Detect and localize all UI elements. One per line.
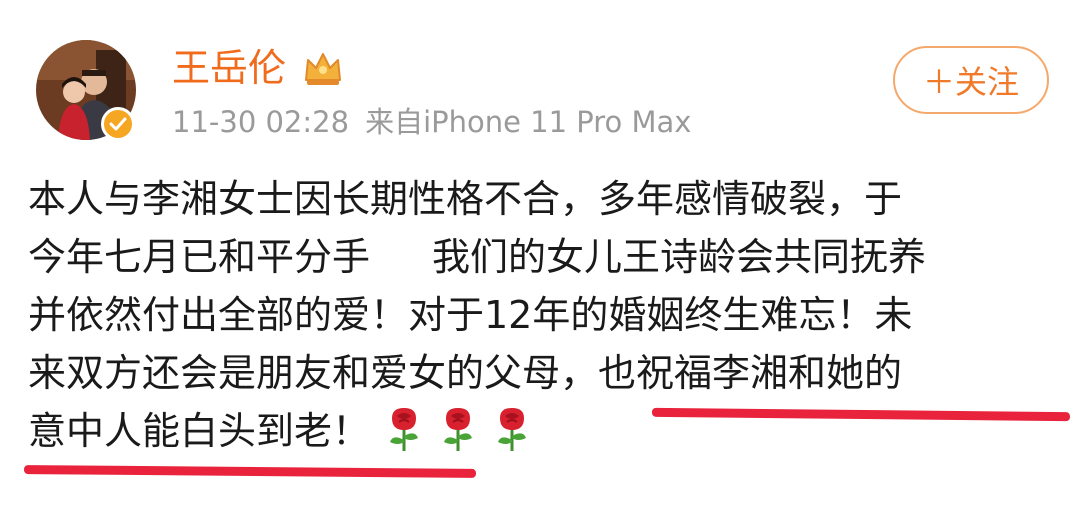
post-text-segment: 今年七月已和平分手 (28, 235, 371, 279)
user-name[interactable]: 王岳伦 (172, 44, 286, 92)
post-time: 11-30 02:28 (172, 105, 350, 139)
post-text-line: 今年七月已和平分手 我们的女儿王诗龄会共同抚养 (28, 228, 1058, 286)
crown-icon (302, 50, 344, 88)
post-text-line: 来双方还会是朋友和爱女的父母，也祝福李湘和她的 (28, 351, 903, 395)
post-text-segment: 意中人能白头到老！ (28, 409, 371, 453)
post-text-segment: 我们的女儿王诗龄会共同抚养 (432, 235, 927, 279)
rose-icon (384, 406, 424, 452)
post-source: 来自iPhone 11 Pro Max (365, 105, 692, 139)
verified-check-icon (101, 107, 135, 141)
weibo-post: 王岳伦 11-30 02:28 来自iPhone 11 Pro Max ＋关注 本… (0, 0, 1080, 516)
post-text-line: 并依然付出全部的爱！对于12年的婚姻终生难忘！未 (28, 293, 913, 337)
follow-button[interactable]: ＋关注 (893, 46, 1049, 114)
post-text-line: 本人与李湘女士因长期性格不合，多年感情破裂，于 (28, 177, 903, 221)
rose-icon (492, 406, 532, 452)
rose-icon (438, 406, 478, 452)
highlight-underline (23, 465, 477, 478)
post-meta: 11-30 02:28 来自iPhone 11 Pro Max (172, 102, 691, 142)
